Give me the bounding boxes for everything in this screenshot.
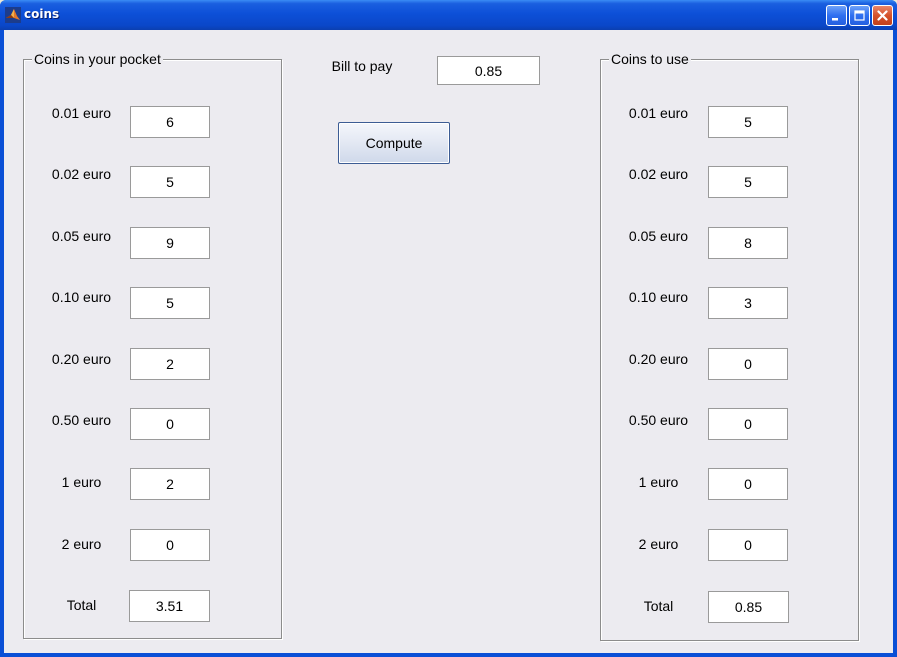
pocket-input-0-01[interactable]: 6: [130, 106, 210, 138]
close-button[interactable]: [872, 5, 893, 26]
use-total-field[interactable]: 0.85: [708, 591, 789, 623]
pocket-input-2[interactable]: 0: [130, 529, 210, 561]
use-label-0-10: 0.10 euro: [628, 289, 689, 305]
pocket-label-0-10: 0.10 euro: [51, 289, 112, 305]
maximize-icon: [854, 10, 865, 21]
pocket-input-0-20[interactable]: 2: [130, 348, 210, 380]
compute-button[interactable]: Compute: [338, 122, 450, 164]
use-output-0-10[interactable]: 3: [708, 287, 788, 319]
close-icon: [877, 10, 888, 21]
bill-to-pay-label: Bill to pay: [331, 58, 393, 74]
pocket-label-0-50: 0.50 euro: [51, 412, 112, 428]
pocket-total-label: Total: [66, 597, 97, 613]
pocket-label-0-05: 0.05 euro: [51, 228, 112, 244]
coins-to-use-title: Coins to use: [609, 51, 691, 67]
minimize-button[interactable]: [826, 5, 847, 26]
app-window: coins Coins in your pocket 0.01 euro 6 0…: [0, 0, 897, 657]
use-output-0-02[interactable]: 5: [708, 166, 788, 198]
use-output-2[interactable]: 0: [708, 529, 788, 561]
pocket-input-1[interactable]: 2: [130, 468, 210, 500]
use-label-0-50: 0.50 euro: [628, 412, 689, 428]
window-title: coins: [24, 7, 60, 21]
pocket-total-field[interactable]: 3.51: [129, 590, 210, 622]
use-total-label: Total: [643, 598, 674, 614]
maximize-button[interactable]: [849, 5, 870, 26]
use-label-0-20: 0.20 euro: [628, 351, 689, 367]
pocket-input-0-10[interactable]: 5: [130, 287, 210, 319]
use-output-0-20[interactable]: 0: [708, 348, 788, 380]
use-output-0-05[interactable]: 8: [708, 227, 788, 259]
pocket-label-1: 1 euro: [61, 474, 102, 490]
window-client-area: Coins in your pocket 0.01 euro 6 0.02 eu…: [4, 30, 893, 653]
bill-to-pay-input[interactable]: 0.85: [437, 56, 540, 85]
use-label-0-05: 0.05 euro: [628, 228, 689, 244]
title-bar[interactable]: coins: [0, 0, 897, 30]
pocket-label-0-02: 0.02 euro: [51, 166, 112, 182]
use-label-0-02: 0.02 euro: [628, 166, 689, 182]
use-output-0-50[interactable]: 0: [708, 408, 788, 440]
use-label-2: 2 euro: [638, 536, 679, 552]
use-output-0-01[interactable]: 5: [708, 106, 788, 138]
pocket-input-0-05[interactable]: 9: [130, 227, 210, 259]
use-label-0-01: 0.01 euro: [628, 105, 689, 121]
use-output-1[interactable]: 0: [708, 468, 788, 500]
coins-in-pocket-title: Coins in your pocket: [32, 51, 163, 67]
use-label-1: 1 euro: [638, 474, 679, 490]
matlab-icon: [5, 7, 21, 23]
pocket-input-0-50[interactable]: 0: [130, 408, 210, 440]
minimize-icon: [832, 18, 838, 21]
pocket-input-0-02[interactable]: 5: [130, 166, 210, 198]
pocket-label-0-01: 0.01 euro: [51, 105, 112, 121]
pocket-label-0-20: 0.20 euro: [51, 351, 112, 367]
pocket-label-2: 2 euro: [61, 536, 102, 552]
